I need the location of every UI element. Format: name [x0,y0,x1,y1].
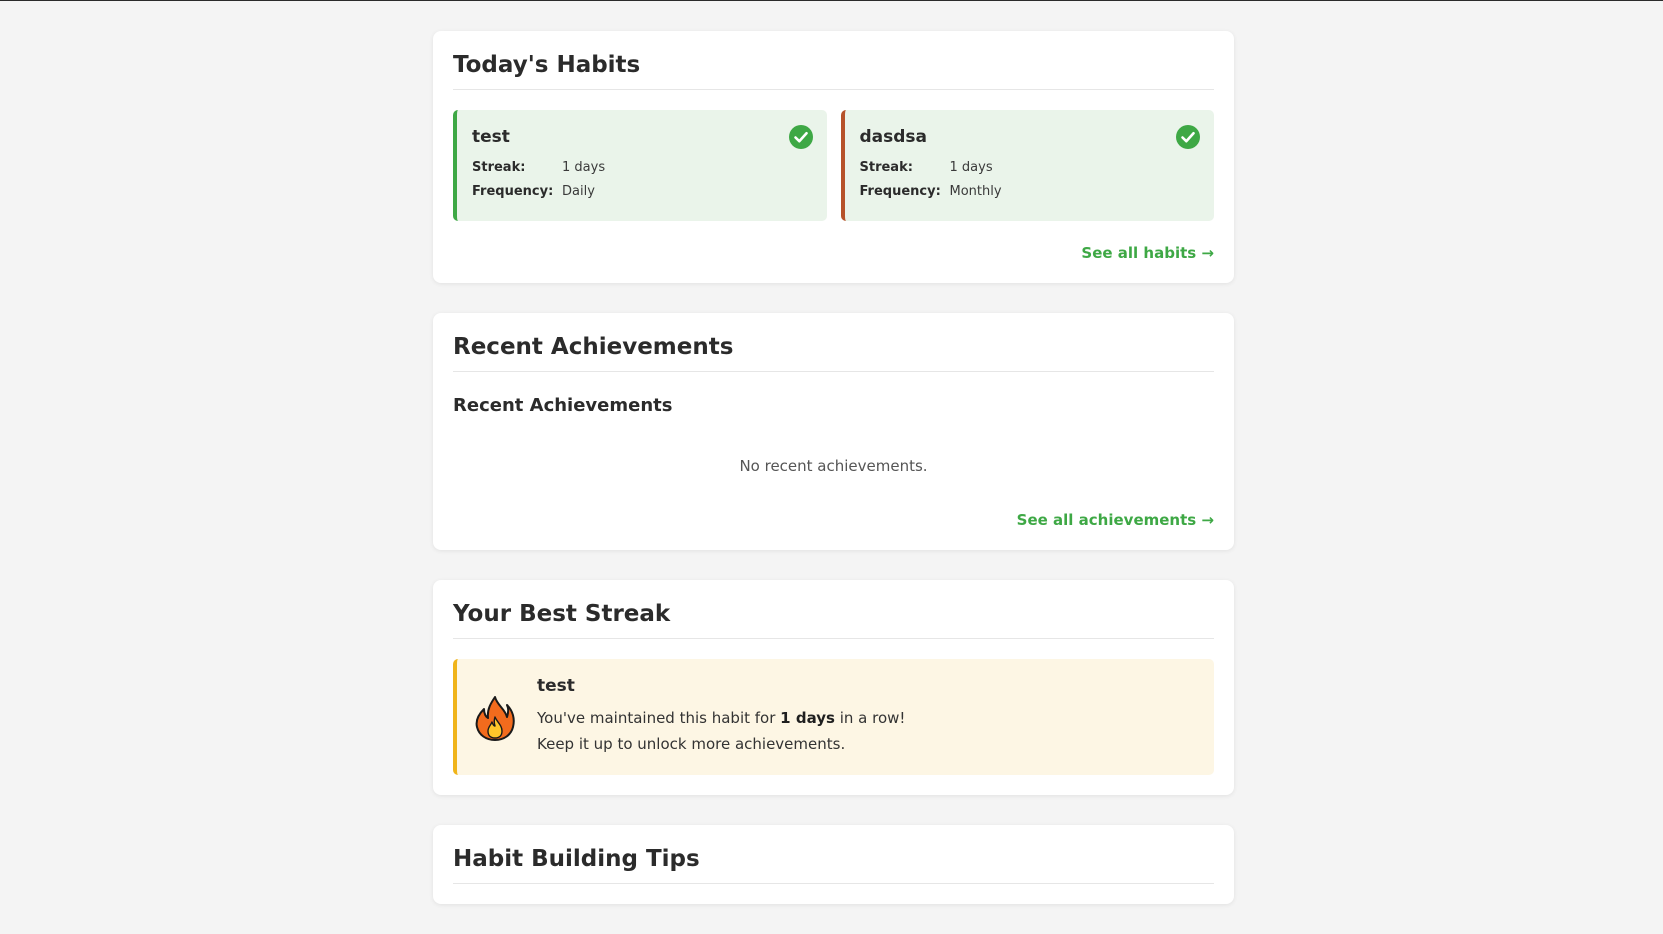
streak-value: 1 days [562,160,606,175]
best-streak-line-2: Keep it up to unlock more achievements. [537,735,846,753]
dashboard-column: Today's Habits test Streak: 1 days Frequ… [433,31,1234,934]
see-all-habits-link[interactable]: See all habits → [453,243,1214,263]
streak-row: Streak: 1 days [472,156,813,180]
streak-line-prefix: You've maintained this habit for [537,709,781,727]
habit-name: test [472,127,510,147]
todays-habits-card: Today's Habits test Streak: 1 days Frequ… [433,31,1234,283]
habit-card-test[interactable]: test Streak: 1 days Frequency: Daily [453,110,827,221]
best-streak-box: test You've maintained this habit for 1 … [453,659,1214,775]
frequency-label: Frequency: [859,184,941,199]
best-streak-text: test You've maintained this habit for 1 … [537,675,905,757]
best-streak-habit-name: test [537,676,575,696]
streak-days-value: 1 days [780,709,835,727]
streak-label: Streak: [859,160,913,175]
frequency-label: Frequency: [472,184,554,199]
habit-grid: test Streak: 1 days Frequency: Daily das… [453,110,1214,221]
frequency-value: Monthly [949,184,1002,199]
best-streak-title: Your Best Streak [453,600,1214,639]
habit-tips-card: Habit Building Tips [433,825,1234,904]
best-streak-card: Your Best Streak test You've maintained … [433,580,1234,795]
top-border [0,0,1663,1]
recent-achievements-card: Recent Achievements Recent Achievements … [433,313,1234,550]
habit-card-dasdsa[interactable]: dasdsa Streak: 1 days Frequency: Monthly [840,110,1214,221]
fire-icon [475,696,515,741]
recent-achievements-subtitle: Recent Achievements [453,395,673,416]
frequency-row: Frequency: Daily [472,180,813,204]
check-circle-icon[interactable] [1176,125,1200,149]
streak-row: Streak: 1 days [860,156,1201,180]
best-streak-line-1: You've maintained this habit for 1 days … [537,705,905,731]
streak-label: Streak: [472,160,526,175]
frequency-value: Daily [562,184,595,199]
streak-line-suffix: in a row! [834,709,906,727]
habit-name: dasdsa [859,127,928,147]
todays-habits-title: Today's Habits [453,51,1214,90]
habit-tips-title: Habit Building Tips [453,845,1214,884]
recent-achievements-title: Recent Achievements [453,333,1214,372]
frequency-row: Frequency: Monthly [860,180,1201,204]
check-circle-icon[interactable] [788,125,813,149]
empty-achievements-message: No recent achievements. [739,457,928,475]
streak-value: 1 days [949,160,993,175]
see-all-achievements-link[interactable]: See all achievements → [453,510,1214,530]
